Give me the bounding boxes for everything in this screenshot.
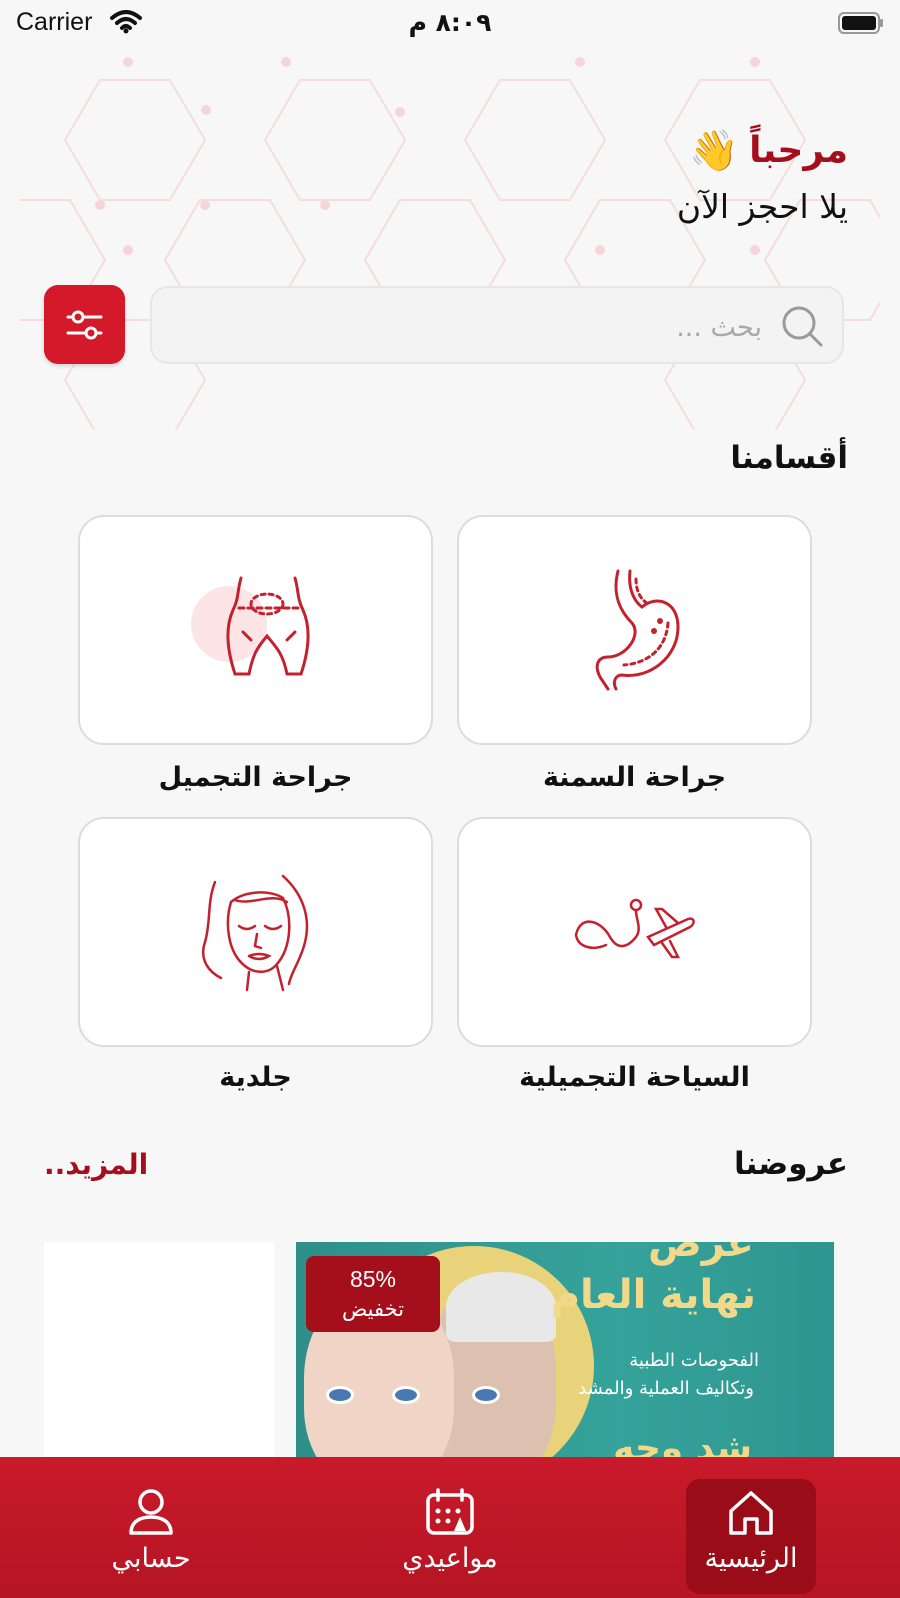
stomach-icon: [595, 569, 680, 691]
discount-percent: 85%: [349, 1266, 397, 1292]
offers-title: عروضنا: [734, 1146, 848, 1182]
department-card-bariatric[interactable]: [457, 515, 812, 745]
search-box[interactable]: [150, 286, 844, 364]
calendar-icon: [426, 1488, 474, 1535]
banner-cut-text: شد وجه: [613, 1428, 752, 1458]
department-card-cosmetic[interactable]: [78, 515, 433, 745]
department-card-tourism[interactable]: [457, 817, 812, 1047]
discount-badge: 85% تخفيض: [306, 1256, 440, 1332]
bottom-tab-bar: الرئيسية مواعيدي حسابي: [0, 1457, 900, 1598]
banner-line-2: وتكاليف العملية والمشد: [578, 1378, 754, 1399]
search-input[interactable]: [200, 304, 764, 350]
search-icon: [782, 306, 823, 347]
banner-heading-top: عرض: [647, 1242, 754, 1266]
banner-eye-image: [472, 1386, 500, 1404]
banner-heading: نهاية العام: [550, 1272, 756, 1318]
offer-card-placeholder[interactable]: [44, 1242, 274, 1458]
tab-account[interactable]: حسابي: [86, 1479, 216, 1594]
body-contour-icon: [190, 576, 310, 676]
filter-button[interactable]: [44, 285, 125, 364]
banner-eye-image: [392, 1386, 420, 1404]
sliders-icon: [66, 310, 103, 340]
department-label-tourism: السياحة التجميلية: [519, 1062, 750, 1093]
banner-hair-image: [446, 1272, 556, 1342]
offer-card-year-end[interactable]: عرض نهاية العام الفحوصات الطبية وتكاليف …: [296, 1242, 834, 1458]
tab-account-label: حسابي: [111, 1543, 191, 1574]
battery-icon: [838, 12, 883, 34]
user-icon: [129, 1489, 173, 1535]
tab-home-label: الرئيسية: [704, 1543, 798, 1574]
stethoscope-plane-icon: [574, 898, 695, 959]
discount-label: تخفيض: [341, 1297, 405, 1321]
more-offers-link[interactable]: المزيد..: [44, 1148, 148, 1181]
department-label-cosmetic: جراحة التجميل: [158, 762, 353, 793]
waving-hand-icon: 👋: [689, 127, 740, 174]
tab-home[interactable]: الرئيسية: [686, 1479, 816, 1594]
banner-eye-image: [326, 1386, 354, 1404]
greeting-title: مرحباً 👋: [677, 130, 848, 171]
offers-carousel[interactable]: عرض نهاية العام الفحوصات الطبية وتكاليف …: [44, 1242, 900, 1458]
greeting-subtitle: يلا احجز الآن: [676, 187, 848, 226]
department-label-bariatric: جراحة السمنة: [542, 762, 727, 793]
tab-appointments-label: مواعيدي: [402, 1543, 498, 1574]
department-label-dermatology: جلدية: [219, 1062, 292, 1093]
face-icon: [201, 874, 308, 992]
greeting: مرحباً 👋 يلا احجز الآن: [677, 130, 848, 226]
home-icon: [729, 1491, 773, 1535]
tab-appointments[interactable]: مواعيدي: [385, 1479, 515, 1594]
hexagon-pattern: [20, 57, 880, 430]
departments-title: أقسامنا: [730, 440, 848, 476]
department-card-dermatology[interactable]: [78, 817, 433, 1047]
banner-line-1: الفحوصات الطبية: [629, 1350, 759, 1371]
greeting-text: مرحباً: [749, 130, 848, 171]
status-time: ٨:٠٩ م: [408, 8, 492, 37]
